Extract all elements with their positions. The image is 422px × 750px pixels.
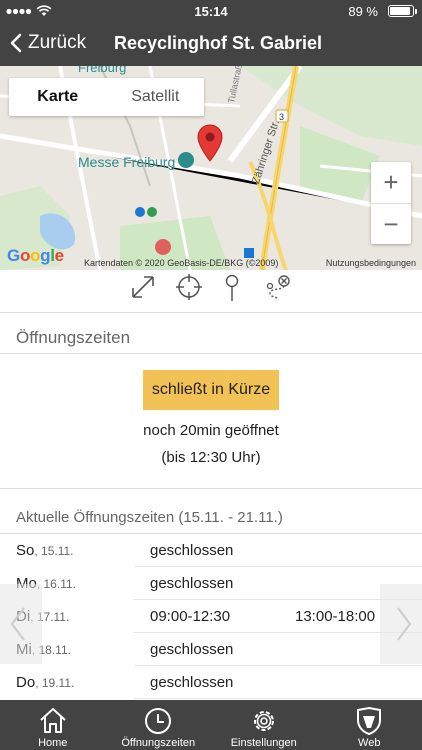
back-button[interactable]: Zurück bbox=[10, 32, 86, 54]
battery-percent: 89 % bbox=[348, 4, 378, 19]
table-row: Mi, 18.11.geschlossen bbox=[0, 633, 422, 666]
status-bar: 15:14 89 % bbox=[0, 0, 422, 22]
shield-icon bbox=[357, 706, 382, 736]
row-time-2: 13:00-18:00 bbox=[295, 608, 376, 625]
map-type-switch: Karte Satellit bbox=[9, 78, 204, 116]
table-row: Di, 17.11.09:00-12:3013:00-18:00 bbox=[0, 600, 422, 633]
map-pin-icon[interactable] bbox=[197, 124, 223, 162]
table-row: So, 15.11. geschlossen bbox=[0, 534, 422, 567]
table-row: Mo, 16.11.geschlossen bbox=[0, 567, 422, 600]
clock-icon bbox=[145, 708, 172, 734]
pin-icon[interactable] bbox=[222, 274, 242, 302]
table-row: Do, 19.11. geschlossen bbox=[0, 666, 422, 699]
chevron-right-icon bbox=[397, 607, 412, 641]
remaining-time: noch 20min geöffnet bbox=[143, 422, 279, 439]
nav-bar: Zurück Recyclinghof St. Gabriel bbox=[0, 22, 422, 66]
tab-settings[interactable]: Einstellungen bbox=[211, 700, 317, 750]
row-day-name: So bbox=[16, 542, 35, 559]
tab-home-label: Home bbox=[38, 737, 68, 749]
map-view[interactable]: 3 Freiburg Messe Freiburg Zähringer Str.… bbox=[0, 66, 422, 270]
prev-week-button[interactable] bbox=[0, 584, 42, 664]
map-label-poi: Messe Freiburg bbox=[78, 154, 176, 170]
top-bar: 15:14 89 % Zurück Recyclinghof St. Gabri… bbox=[0, 0, 422, 66]
page-title: Recyclinghof St. Gabriel bbox=[114, 33, 323, 53]
divider bbox=[0, 312, 422, 313]
map-label-city: Freiburg bbox=[78, 66, 127, 75]
row-divider bbox=[134, 698, 422, 699]
row-time-1: geschlossen bbox=[150, 575, 234, 592]
current-hours-header: Aktuelle Öffnungszeiten (15.11. - 21.11.… bbox=[16, 509, 283, 526]
row-date: , 16.11. bbox=[36, 577, 76, 591]
home-icon bbox=[40, 708, 66, 733]
zoom-out-button[interactable]: − bbox=[371, 203, 411, 244]
map-tools bbox=[0, 270, 422, 304]
map-type-satellit[interactable]: Satellit bbox=[107, 78, 205, 116]
row-date: , 15.11. bbox=[34, 544, 74, 558]
opening-header: Öffnungszeiten bbox=[16, 328, 131, 347]
row-time-1: geschlossen bbox=[150, 674, 234, 691]
opening-status-badge: schließt in Kürze bbox=[143, 370, 279, 410]
tab-bar: Home Öffnungszeiten Einstellungen Web bbox=[0, 700, 422, 750]
closing-time: (bis 12:30 Uhr) bbox=[161, 449, 261, 466]
target-icon[interactable] bbox=[176, 274, 202, 300]
tab-home[interactable]: Home bbox=[0, 700, 106, 750]
map-type-karte[interactable]: Karte bbox=[9, 78, 107, 116]
battery-fill bbox=[390, 7, 410, 15]
tab-opening-hours-label: Öffnungszeiten bbox=[121, 737, 196, 749]
zoom-in-button[interactable]: + bbox=[371, 162, 411, 203]
row-day: So, 15.11. bbox=[16, 542, 74, 559]
map-attribution-bar: Kartendaten © 2020 GeoBasis-DE/BKG (©200… bbox=[0, 256, 422, 270]
chevron-left-icon bbox=[10, 33, 22, 53]
map-attribution: Kartendaten © 2020 GeoBasis-DE/BKG (©200… bbox=[84, 258, 279, 268]
row-day: Do, 19.11. bbox=[16, 674, 74, 691]
tab-web-label: Web bbox=[358, 737, 381, 749]
row-time-1: geschlossen bbox=[150, 542, 234, 559]
road-number: 3 bbox=[279, 112, 284, 122]
battery-icon bbox=[388, 5, 417, 17]
app-screen: 15:14 89 % Zurück Recyclinghof St. Gabri… bbox=[0, 0, 422, 750]
row-time-1: geschlossen bbox=[150, 641, 234, 658]
back-label: Zurück bbox=[28, 32, 87, 53]
chevron-left-icon bbox=[10, 607, 25, 641]
row-time-1: 09:00-12:30 bbox=[150, 608, 231, 625]
row-date: , 19.11. bbox=[35, 676, 75, 690]
tab-settings-label: Einstellungen bbox=[230, 737, 297, 749]
row-day-name: Do bbox=[16, 674, 36, 691]
divider bbox=[0, 353, 422, 354]
gear-icon bbox=[253, 711, 274, 731]
expand-icon[interactable] bbox=[130, 274, 156, 300]
divider bbox=[0, 488, 422, 489]
tab-web[interactable]: Web bbox=[317, 700, 422, 750]
route-icon[interactable] bbox=[264, 274, 292, 302]
tab-opening-hours[interactable]: Öffnungszeiten bbox=[106, 700, 212, 750]
terms-link[interactable]: Nutzungsbedingungen bbox=[326, 258, 416, 268]
zoom-control: + − bbox=[371, 162, 411, 244]
next-week-button[interactable] bbox=[380, 584, 422, 664]
